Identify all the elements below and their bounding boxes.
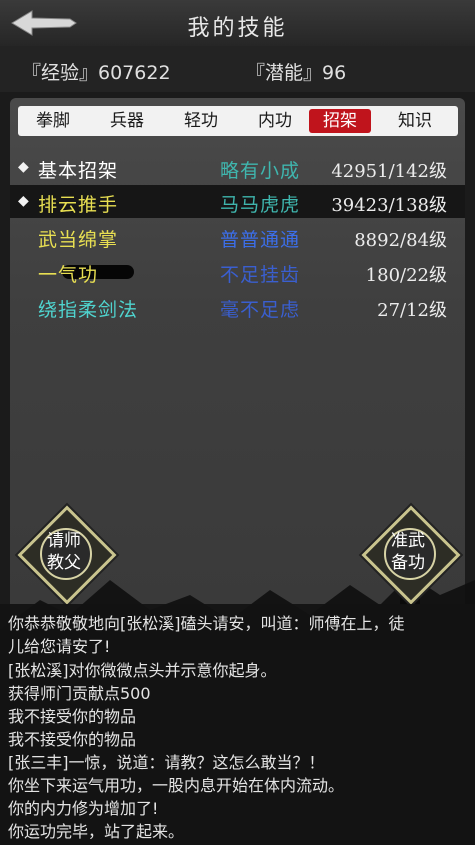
message-log[interactable]: 你恭恭敬敬地向[张松溪]磕头请安，叫道：师傅在上，徒 儿给您请安了! [张松溪]… [0, 604, 475, 845]
prepare-skill-label: 准武 备功 [391, 531, 425, 573]
skill-level: 180/22级 [365, 265, 447, 286]
skill-level: 39423/138级 [331, 195, 447, 216]
skill-name: 基本招架 [38, 160, 119, 182]
skill-grade: 略有小成 [220, 160, 301, 182]
tab-parry[interactable]: 招架 [309, 109, 371, 133]
ask-master-label: 请师 教父 [47, 531, 81, 573]
log-line: 我不接受你的物品 [8, 730, 137, 749]
skill-grade: 普普通通 [220, 229, 301, 251]
log-line: 我不接受你的物品 [8, 707, 137, 726]
log-line: 获得师门贡献点500 [8, 684, 151, 703]
skill-name: 一气功 [38, 264, 99, 286]
log-line: 你坐下来运气用功，一股内息开始在体内流动。 [8, 776, 345, 795]
skill-category-tabs: 拳脚 兵器 轻功 内功 招架 知识 [18, 106, 458, 136]
skill-name: 绕指柔剑法 [38, 299, 139, 321]
skill-level: 27/12级 [377, 300, 447, 321]
log-line: 你的内力修为增加了! [8, 799, 159, 818]
skill-grade: 马马虎虎 [220, 194, 301, 216]
skill-row-selected[interactable]: ◆ 排云推手 马马虎虎 39423/138级 [10, 185, 465, 218]
tab-inner[interactable]: 内功 [244, 109, 306, 133]
log-line: 你运功完毕，站了起来。 [8, 822, 185, 841]
skill-name: 武当绵掌 [38, 229, 119, 251]
skill-level: 42951/142级 [331, 161, 447, 182]
skill-row[interactable]: 绕指柔剑法 毫不足虑 27/12级 [10, 290, 465, 323]
top-bar: 我的技能 [0, 0, 475, 47]
experience-value: 『经验』607622 [22, 62, 171, 84]
skill-level: 8892/84级 [354, 230, 447, 251]
log-line: 你恭恭敬敬地向[张松溪]磕头请安，叫道：师傅在上，徒 [8, 614, 405, 633]
page-title: 我的技能 [187, 16, 288, 41]
skill-row[interactable]: 一气功 不足挂齿 180/22级 [10, 255, 465, 288]
skill-grade: 毫不足虑 [220, 299, 301, 321]
log-line: [张三丰]一惊，说道：请教？这怎么敢当？！ [8, 753, 325, 772]
potential-value: 『潜能』96 [246, 62, 347, 84]
skill-row[interactable]: 武当绵掌 普普通通 8892/84级 [10, 220, 465, 253]
selected-diamond-icon: ◆ [18, 193, 29, 209]
stats-bar: 『经验』607622 『潜能』96 [0, 46, 475, 92]
tab-knowledge[interactable]: 知识 [384, 109, 446, 133]
skill-grade: 不足挂齿 [220, 264, 301, 286]
tab-fist[interactable]: 拳脚 [22, 109, 84, 133]
log-line: 儿给您请安了! [8, 637, 111, 656]
selected-diamond-icon: ◆ [18, 159, 29, 175]
skill-name: 排云推手 [38, 194, 119, 216]
log-line: [张松溪]对你微微点头并示意你起身。 [8, 661, 277, 680]
tab-weapon[interactable]: 兵器 [96, 109, 158, 133]
tab-lightness[interactable]: 轻功 [170, 109, 232, 133]
prepare-skill-button[interactable]: 准武 备功 [361, 505, 461, 605]
skill-row[interactable]: ◆ 基本招架 略有小成 42951/142级 [10, 151, 465, 184]
ask-master-button[interactable]: 请师 教父 [17, 505, 117, 605]
